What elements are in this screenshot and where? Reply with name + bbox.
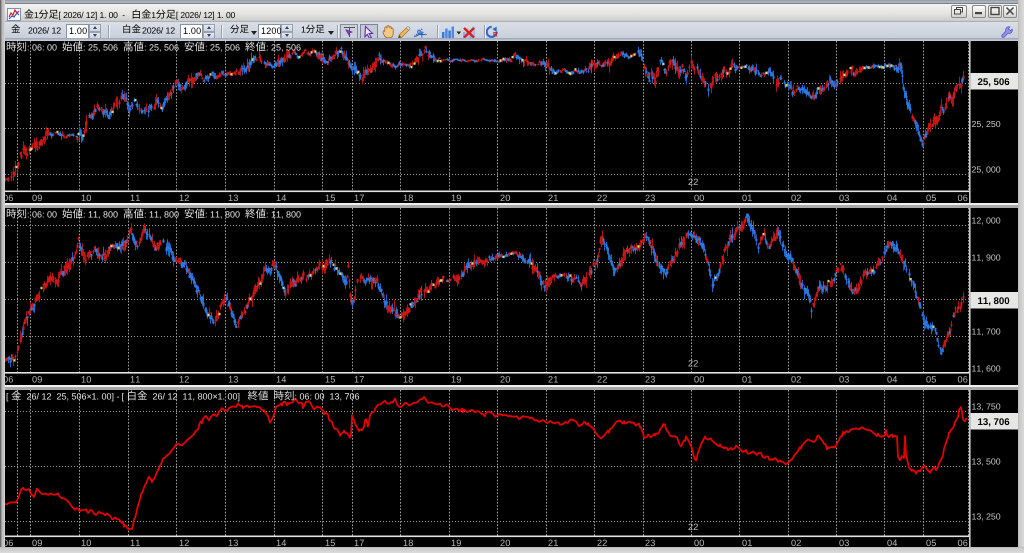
svg-text:12,000: 12,000: [972, 216, 1001, 226]
svg-text:04: 04: [887, 538, 897, 547]
svg-text:01: 01: [742, 538, 752, 547]
svg-text:13,750: 13,750: [972, 402, 1001, 412]
svg-text:09: 09: [32, 375, 42, 385]
svg-text:1: 1: [151, 10, 156, 20]
svg-text:02: 02: [791, 375, 801, 385]
svg-text::06:00: :06:00: [27, 42, 57, 52]
svg-text::11,800: :11,800: [83, 209, 118, 219]
svg-text:25,506: 25,506: [978, 77, 1011, 88]
svg-text:11: 11: [130, 375, 140, 385]
svg-text::25,506: :25,506: [83, 42, 118, 52]
svg-text:20: 20: [500, 193, 510, 203]
svg-text:19: 19: [451, 538, 461, 547]
svg-text:04: 04: [887, 193, 897, 203]
svg-text:[2026/12]1.00: [2026/12]1.00: [176, 10, 236, 20]
svg-text:22: 22: [597, 538, 607, 547]
svg-text:11,600: 11,600: [972, 364, 1001, 374]
svg-text::25,506: :25,506: [205, 42, 240, 52]
svg-text:10: 10: [81, 193, 91, 203]
svg-text:15: 15: [325, 375, 335, 385]
svg-text:12: 12: [179, 538, 189, 547]
svg-text:13,250: 13,250: [972, 512, 1001, 522]
svg-text:2026/12: 2026/12: [142, 25, 175, 35]
svg-text:23: 23: [645, 193, 655, 203]
svg-text:15: 15: [325, 193, 335, 203]
svg-text:13: 13: [228, 193, 238, 203]
svg-text:02: 02: [791, 193, 801, 203]
svg-text:25,000: 25,000: [972, 165, 1001, 175]
svg-text:17: 17: [354, 193, 364, 203]
svg-text:02: 02: [791, 538, 801, 547]
svg-text:11,800: 11,800: [978, 296, 1010, 307]
svg-text:12: 12: [179, 193, 189, 203]
svg-text:13: 13: [228, 375, 238, 385]
svg-text:23: 23: [645, 375, 655, 385]
svg-text:17: 17: [354, 375, 364, 385]
svg-text:20: 20: [500, 375, 510, 385]
svg-text:06: 06: [5, 538, 13, 547]
svg-text:14: 14: [276, 375, 286, 385]
svg-text::06:00: :06:00: [27, 209, 57, 219]
svg-text:06: 06: [958, 538, 968, 547]
svg-text:13: 13: [228, 538, 238, 547]
svg-text::25,506: :25,506: [266, 42, 301, 52]
svg-text:04: 04: [887, 375, 897, 385]
svg-text:06: 06: [958, 193, 968, 203]
svg-text:00: 00: [694, 375, 704, 385]
svg-text:25,250: 25,250: [972, 119, 1001, 129]
svg-text:12: 12: [179, 375, 189, 385]
svg-text:17: 17: [354, 538, 364, 547]
svg-text:06: 06: [958, 375, 968, 385]
svg-text:01: 01: [742, 375, 752, 385]
svg-text:18: 18: [403, 375, 413, 385]
svg-text:13,706: 13,706: [978, 417, 1011, 428]
svg-text:09: 09: [32, 193, 42, 203]
svg-text:00: 00: [694, 193, 704, 203]
svg-text:22: 22: [688, 177, 698, 187]
svg-text:15: 15: [325, 538, 335, 547]
svg-text:11,700: 11,700: [972, 327, 1001, 337]
svg-text:10: 10: [81, 538, 91, 547]
svg-text::11,800: :11,800: [266, 209, 301, 219]
svg-text:11: 11: [130, 193, 140, 203]
svg-text:06: 06: [5, 375, 13, 385]
svg-text:22: 22: [597, 375, 607, 385]
svg-text:1: 1: [301, 24, 306, 34]
svg-text:01: 01: [742, 193, 752, 203]
svg-text:19: 19: [451, 193, 461, 203]
svg-text:[2026/12]1.00-: [2026/12]1.00-: [59, 10, 126, 20]
svg-text:23: 23: [645, 538, 655, 547]
svg-text:09: 09: [32, 538, 42, 547]
svg-text:03: 03: [839, 538, 849, 547]
svg-text:13,500: 13,500: [972, 457, 1001, 467]
svg-text:20: 20: [500, 538, 510, 547]
svg-text:03: 03: [839, 193, 849, 203]
svg-text:21: 21: [548, 375, 558, 385]
svg-text:00: 00: [694, 538, 704, 547]
svg-text:11: 11: [130, 538, 140, 547]
svg-text:22: 22: [688, 359, 698, 369]
svg-text:21: 21: [548, 193, 558, 203]
svg-text:18: 18: [403, 193, 413, 203]
svg-text:10: 10: [81, 375, 91, 385]
svg-text:26/1225,506×1.00]-[: 26/1225,506×1.00]-[: [27, 391, 125, 401]
svg-text::11,800: :11,800: [205, 209, 240, 219]
svg-text::11,800: :11,800: [144, 209, 179, 219]
svg-text::25,506: :25,506: [144, 42, 179, 52]
svg-text:1: 1: [34, 10, 39, 20]
svg-text:22: 22: [597, 193, 607, 203]
svg-text:22: 22: [688, 522, 698, 532]
svg-text:06: 06: [5, 193, 13, 203]
svg-text:18: 18: [403, 538, 413, 547]
svg-text:11,900: 11,900: [972, 253, 1001, 263]
svg-text:21: 21: [548, 538, 558, 547]
svg-text:19: 19: [451, 375, 461, 385]
svg-text:05: 05: [926, 375, 936, 385]
svg-text:05: 05: [926, 193, 936, 203]
svg-text:14: 14: [276, 193, 286, 203]
svg-text:05: 05: [926, 538, 936, 547]
svg-text:14: 14: [276, 538, 286, 547]
svg-text:03: 03: [839, 375, 849, 385]
svg-text:2026/12: 2026/12: [28, 25, 61, 35]
